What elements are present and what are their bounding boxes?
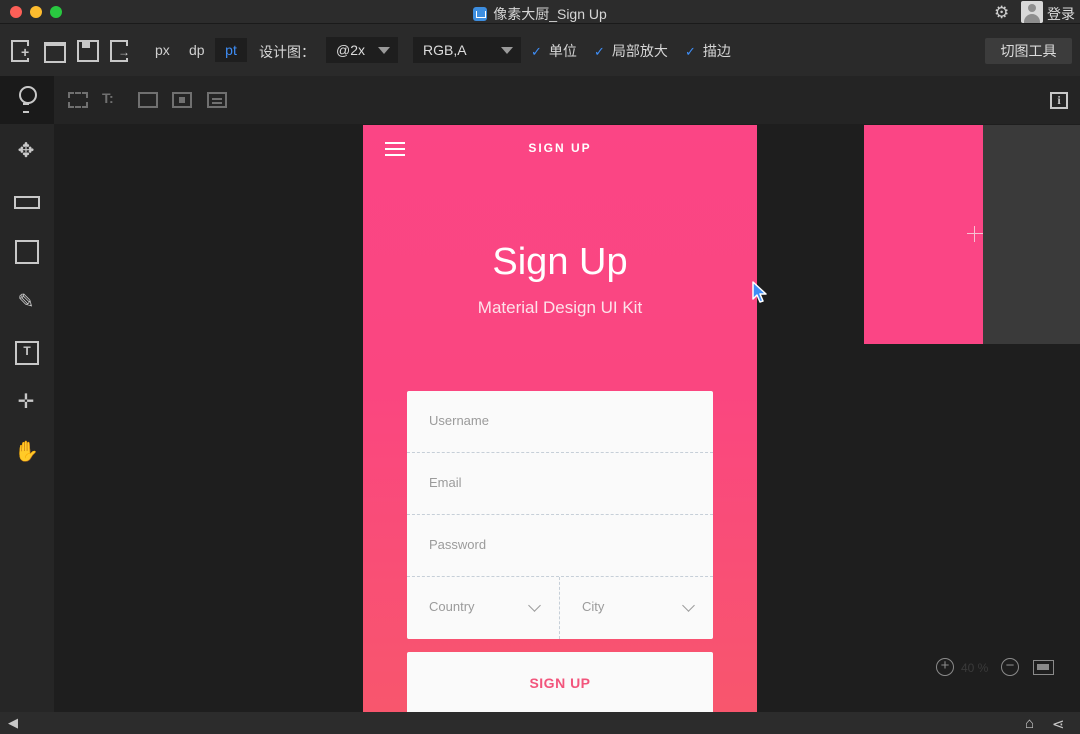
artboard-subtitle: Material Design UI Kit [477, 298, 643, 317]
artboard-title: Sign Up [492, 241, 628, 283]
email-placeholder: Email [429, 475, 462, 490]
zoom-in-icon[interactable]: + [936, 658, 954, 676]
rectangle-tool-icon[interactable] [14, 239, 39, 264]
center-align-icon[interactable] [172, 92, 192, 108]
local-zoom-checkbox[interactable]: ✓ 局部放大 [594, 41, 668, 61]
design-scale-label: 设计图： [259, 44, 315, 60]
color-picker-icon[interactable]: ✎ [14, 290, 38, 314]
keyboard-icon[interactable] [1033, 660, 1054, 675]
magnifier-preview [864, 125, 983, 344]
speaker-icon[interactable]: ◀ [8, 716, 20, 730]
layer-icon[interactable] [68, 92, 88, 108]
design-canvas[interactable]: SIGN UP Sign Up Material Design UI Kit U… [54, 124, 1080, 712]
chevron-down-icon [528, 599, 541, 612]
text-style-icon[interactable]: T: [102, 90, 122, 106]
caret-down-icon [501, 47, 513, 54]
gear-icon[interactable]: ⚙ [994, 3, 1009, 23]
hand-tool-icon[interactable]: ✋ [14, 440, 39, 464]
magnifier-preview-background [983, 125, 1080, 344]
stroke-checkbox[interactable]: ✓ 描边 [685, 41, 731, 61]
location-row: Country City [407, 577, 713, 639]
login-link[interactable]: 登录 [1047, 4, 1075, 24]
text-tool-icon[interactable] [14, 340, 39, 365]
ruler-icon[interactable] [14, 189, 40, 213]
checkmark-icon: ✓ [685, 44, 696, 59]
city-placeholder: City [582, 599, 605, 614]
color-format-select[interactable]: RGB,A [413, 37, 521, 63]
share-icon[interactable]: ⋖ [1052, 715, 1065, 733]
crosshair-tool-icon[interactable]: ✛ [14, 390, 38, 414]
main-toolbar: px dp pt 设计图： @2x RGB,A ✓ 单位 ✓ 局部放大 ✓ 描边 切图… [0, 24, 1080, 76]
country-placeholder: Country [429, 599, 475, 614]
secondary-toolbar: T: i [54, 76, 1080, 124]
zoom-level: 40 % [961, 661, 989, 675]
bottom-status-bar: ◀ ⌂ ⋖ [0, 712, 1080, 734]
username-placeholder: Username [429, 413, 489, 428]
checkmark-icon: ✓ [531, 44, 542, 59]
unit-px-button[interactable]: px [155, 42, 170, 58]
home-icon[interactable]: ⌂ [1025, 715, 1034, 732]
password-field: Password [407, 515, 713, 577]
username-field: Username [407, 391, 713, 453]
user-avatar-icon[interactable] [1021, 1, 1043, 23]
unit-checkbox[interactable]: ✓ 单位 [531, 41, 577, 61]
move-tool-icon[interactable]: ✥ [14, 139, 38, 163]
color-format-value: RGB,A [423, 42, 467, 58]
mouse-cursor-icon [752, 281, 767, 303]
slice-tool-button[interactable]: 切图工具 [985, 38, 1072, 64]
title-bar: 像素大厨_Sign Up ⚙ 登录 [0, 0, 1080, 24]
artboard-header-title: SIGN UP [528, 141, 592, 155]
caret-down-icon [378, 47, 390, 54]
list-icon[interactable] [207, 92, 227, 108]
crosshair-icon [967, 226, 983, 242]
signup-button-mockup: SIGN UP [407, 652, 713, 712]
unit-checkbox-label: 单位 [548, 43, 577, 59]
app-icon [473, 7, 488, 21]
info-icon[interactable]: i [1050, 92, 1068, 109]
scale-select-value: @2x [336, 42, 365, 58]
local-zoom-checkbox-label: 局部放大 [611, 43, 668, 59]
zoom-out-icon[interactable]: − [1001, 658, 1019, 676]
open-folder-icon[interactable] [44, 40, 66, 63]
new-file-icon[interactable] [10, 40, 30, 62]
save-icon[interactable] [77, 40, 99, 62]
unit-dp-button[interactable]: dp [189, 42, 205, 58]
tool-sidebar: ✥ ✎ ✛ ✋ [0, 76, 54, 712]
city-select: City [560, 577, 713, 639]
frame-icon[interactable] [138, 92, 158, 108]
artboard-sign-up[interactable]: SIGN UP Sign Up Material Design UI Kit U… [363, 125, 757, 712]
signup-form-card: Username Email Password Country City [407, 391, 713, 639]
unit-pt-button[interactable]: pt [215, 38, 247, 62]
chevron-down-icon [682, 599, 695, 612]
scale-select[interactable]: @2x [326, 37, 398, 63]
country-select: Country [407, 577, 560, 639]
export-icon[interactable] [109, 40, 130, 62]
lightbulb-icon[interactable] [14, 86, 38, 113]
window-title: 像素大厨_Sign Up [0, 4, 1080, 24]
stroke-checkbox-label: 描边 [702, 43, 731, 59]
checkmark-icon: ✓ [594, 44, 605, 59]
window-title-text: 像素大厨_Sign Up [493, 6, 607, 22]
password-placeholder: Password [429, 537, 487, 552]
email-field: Email [407, 453, 713, 515]
